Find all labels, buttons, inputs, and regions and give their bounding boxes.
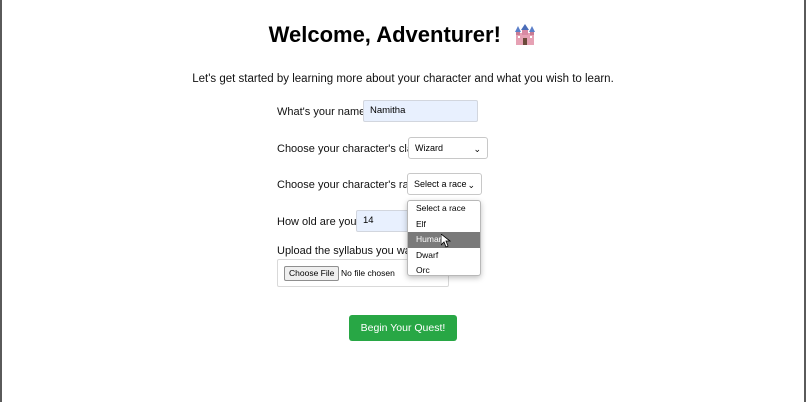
chevron-down-icon: ⌄ — [473, 144, 481, 154]
chevron-down-icon: ⌄ — [467, 180, 475, 190]
class-select-value: Wizard — [415, 143, 444, 153]
race-label: Choose your character's race: — [277, 179, 424, 191]
intro-text: Let's get started by learning more about… — [192, 73, 614, 85]
choose-file-button[interactable]: Choose File — [284, 266, 340, 281]
begin-quest-button[interactable]: Begin Your Quest! — [349, 315, 457, 341]
mouse-cursor-icon — [441, 234, 451, 248]
age-label: How old are you? — [277, 216, 363, 228]
race-option-select[interactable]: Select a race — [408, 201, 480, 217]
class-label: Choose your character's class: — [277, 143, 428, 155]
race-option-orc[interactable]: Orc — [408, 263, 480, 275]
race-select[interactable]: Select a race ⌄ — [407, 173, 482, 195]
castle-icon — [515, 24, 536, 45]
window-border-left — [0, 0, 2, 402]
class-select[interactable]: Wizard ⌄ — [408, 137, 488, 159]
name-input[interactable]: Namitha — [363, 100, 478, 122]
file-status-text: No file chosen — [341, 268, 395, 278]
race-select-value: Select a race — [414, 179, 467, 189]
race-option-elf[interactable]: Elf — [408, 217, 480, 233]
name-label: What's your name? — [277, 106, 372, 118]
race-option-dwarf[interactable]: Dwarf — [408, 248, 480, 264]
upload-label: Upload the syllabus you want — [277, 245, 421, 257]
page-header: Welcome, Adventurer! — [0, 22, 806, 48]
page-title: Welcome, Adventurer! — [268, 22, 501, 47]
